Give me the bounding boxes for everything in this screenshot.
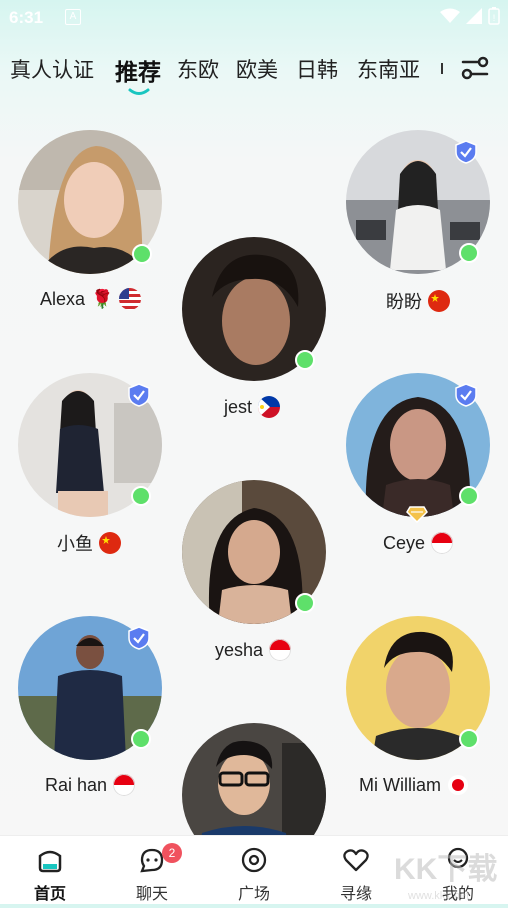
profile-name: yesha <box>215 639 264 660</box>
nav-profile[interactable]: 我的 <box>408 836 508 904</box>
tab-europe-america[interactable]: 欧美 <box>236 54 278 84</box>
wifi-icon <box>440 8 460 23</box>
japan-flag-icon <box>447 775 468 795</box>
nav-home[interactable]: 首页 <box>0 836 100 904</box>
profile-name-row: 盼盼 <box>386 288 450 314</box>
tab-eastern-europe[interactable]: 东欧 <box>177 54 219 84</box>
status-icons: ! <box>440 7 500 25</box>
profile-name: Alexa <box>40 288 86 309</box>
indonesia-flag-icon <box>269 639 292 661</box>
tab-divider <box>441 63 443 74</box>
plaza-icon <box>241 847 267 873</box>
profile-name-row: Ceye <box>383 532 454 554</box>
profile-card-jest[interactable] <box>182 237 326 381</box>
profile-card-alexa[interactable] <box>18 130 162 274</box>
nav-chat[interactable]: 2 聊天 <box>102 836 202 904</box>
tab-japan-korea[interactable]: 日韩 <box>296 54 338 84</box>
indonesia-flag-icon <box>431 532 454 554</box>
profile-card-xiaoyu[interactable] <box>18 373 162 517</box>
profile-name-row: Rai han <box>45 774 136 796</box>
china-flag-icon <box>428 290 450 312</box>
profile-icon <box>447 847 469 869</box>
online-indicator <box>459 486 479 506</box>
verified-badge-icon <box>455 140 477 164</box>
profile-name: Ceye <box>383 532 426 553</box>
active-tab-indicator <box>128 88 150 95</box>
rose-emoji: 🌹 <box>91 288 114 309</box>
battery-icon: ! <box>488 7 500 25</box>
profile-name: jest <box>224 396 253 417</box>
nav-home-label: 首页 <box>33 886 66 903</box>
home-icon <box>38 850 62 873</box>
tab-verified[interactable]: 真人认证 <box>10 54 94 84</box>
profile-name-row: Mi William <box>359 774 469 796</box>
profile-card-rai-han[interactable] <box>18 616 162 760</box>
profile-card-ceye[interactable] <box>346 373 490 523</box>
profile-name: 小鱼 <box>57 534 93 554</box>
notification-icon: A <box>65 9 81 25</box>
nav-plaza[interactable]: 广场 <box>204 836 304 904</box>
profile-card-yesha[interactable] <box>182 480 326 624</box>
status-time: 6:31 <box>9 8 44 27</box>
nav-match[interactable]: 寻缘 <box>306 836 406 904</box>
heart-icon <box>343 849 369 872</box>
nav-chat-label: 聊天 <box>135 886 168 903</box>
tab-southeast-asia[interactable]: 东南亚 <box>357 54 420 84</box>
online-indicator <box>131 486 151 506</box>
status-bar: 6:31 A ! <box>0 0 508 34</box>
online-indicator <box>459 729 479 749</box>
philippines-flag-icon <box>258 396 281 418</box>
online-indicator <box>295 593 315 613</box>
profile-name-row: Alexa 🌹 <box>40 288 142 310</box>
us-flag-icon <box>119 288 142 310</box>
profile-name-row: 小鱼 <box>57 530 121 556</box>
profile-name: 盼盼 <box>386 292 422 312</box>
nav-profile-label: 我的 <box>441 886 474 903</box>
indonesia-flag-icon <box>113 774 136 796</box>
verified-badge-icon <box>455 383 477 407</box>
unread-badge: 2 <box>162 843 182 863</box>
profile-name: Rai han <box>45 774 108 795</box>
online-indicator <box>295 350 315 370</box>
verified-badge-icon <box>128 383 150 407</box>
profile-name: Mi William <box>359 774 441 795</box>
nav-plaza-label: 广场 <box>237 886 270 903</box>
online-indicator <box>459 243 479 263</box>
china-flag-icon <box>99 532 121 554</box>
vip-diamond-icon <box>406 506 428 523</box>
profile-name-row: yesha <box>215 639 292 661</box>
svg-text:!: ! <box>493 13 496 23</box>
profile-card-mi-william[interactable] <box>346 616 490 760</box>
bottom-nav: 首页 2 聊天 广场 寻缘 我的 <box>0 835 508 904</box>
online-indicator <box>132 244 152 264</box>
filter-icon[interactable] <box>460 53 490 83</box>
category-tabs: 真人认证 推荐 东欧 欧美 日韩 东南亚 <box>0 44 508 96</box>
signal-icon <box>466 8 482 24</box>
profile-name-row: jest <box>224 396 281 418</box>
tab-recommended[interactable]: 推荐 <box>115 53 161 87</box>
profile-card-panpan[interactable] <box>346 130 490 274</box>
verified-badge-icon <box>128 626 150 650</box>
nav-match-label: 寻缘 <box>339 886 372 903</box>
online-indicator <box>131 729 151 749</box>
